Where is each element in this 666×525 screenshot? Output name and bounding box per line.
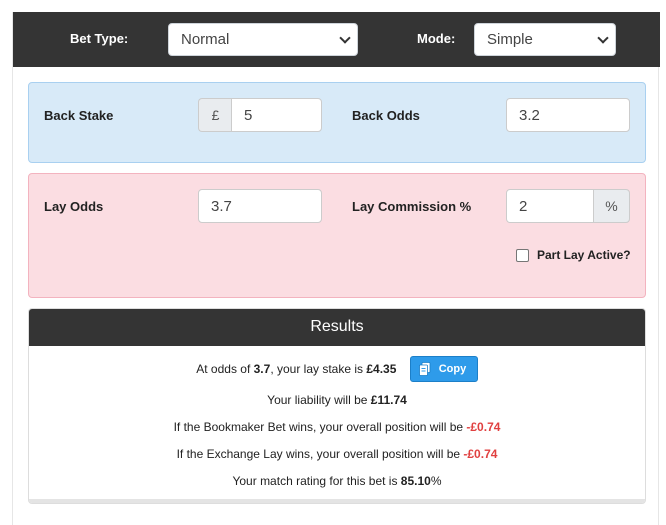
lay-stake-text-mid: , your lay stake is [270,362,367,377]
match-rating-line: Your match rating for this bet is 85.10% [29,474,645,488]
liability-value: £11.74 [370,393,407,407]
bookmaker-wins-line: If the Bookmaker Bet wins, your overall … [29,420,645,434]
back-odds-label: Back Odds [352,108,420,123]
back-stake-value: 5 [244,107,253,124]
lay-stake-result: £4.35 [366,362,397,377]
back-stake-label: Back Stake [44,108,114,123]
percent-addon: % [593,189,630,223]
back-odds-value: 3.2 [519,107,540,124]
liability-line: Your liability will be £11.74 [29,393,645,407]
bet-type-select[interactable]: Normal [168,23,358,56]
back-bet-panel: Back Stake £ 5 Back Odds 3.2 [28,82,646,163]
lay-commission-input[interactable]: 2 [506,189,594,223]
lay-odds-result: 3.7 [253,362,271,377]
lay-odds-value: 3.7 [211,198,232,215]
part-lay-checkbox[interactable] [516,249,529,262]
part-lay-label: Part Lay Active? [537,248,631,262]
lay-commission-value: 2 [519,198,528,215]
calculator-frame: Bet Type: Normal Mode: Simple Back Stake… [12,12,660,525]
results-panel: Results At odds of 3.7, your lay stake i… [28,308,646,504]
back-stake-input[interactable]: 5 [231,98,322,132]
match-rating-value: 85.10 [400,474,431,488]
lay-odds-input[interactable]: 3.7 [198,189,322,223]
exchange-wins-line: If the Exchange Lay wins, your overall p… [29,447,645,461]
liability-text: Your liability will be [267,393,371,407]
chevron-down-icon [597,32,609,44]
bookmaker-wins-value: -£0.74 [466,420,501,434]
bet-type-label: Bet Type: [70,31,129,46]
copy-icon [418,362,431,376]
lay-stake-line: At odds of 3.7, your lay stake is £4.35 … [29,356,645,383]
chevron-down-icon [339,32,351,44]
exchange-wins-value: -£0.74 [463,447,498,461]
copy-button[interactable]: Copy [409,356,478,382]
lay-odds-label: Lay Odds [44,199,104,214]
lay-bet-panel: Lay Odds 3.7 Lay Commission % 2 % Part L… [28,173,646,298]
lay-commission-label: Lay Commission % [352,199,472,214]
results-footer-bar [29,499,645,503]
mode-select[interactable]: Simple [474,23,616,56]
back-odds-input[interactable]: 3.2 [506,98,630,132]
bet-type-value: Normal [181,31,230,48]
exchange-wins-text: If the Exchange Lay wins, your overall p… [176,447,464,461]
match-rating-suffix: % [430,474,442,488]
results-title: Results [29,309,645,346]
match-rating-text: Your match rating for this bet is [232,474,401,488]
mode-label: Mode: [417,31,456,46]
bookmaker-wins-text: If the Bookmaker Bet wins, your overall … [173,420,467,434]
lay-stake-text: At odds of [196,362,254,377]
copy-label: Copy [438,363,467,375]
currency-addon: £ [198,98,232,132]
mode-value: Simple [487,31,533,48]
settings-bar: Bet Type: Normal Mode: Simple [13,12,660,67]
